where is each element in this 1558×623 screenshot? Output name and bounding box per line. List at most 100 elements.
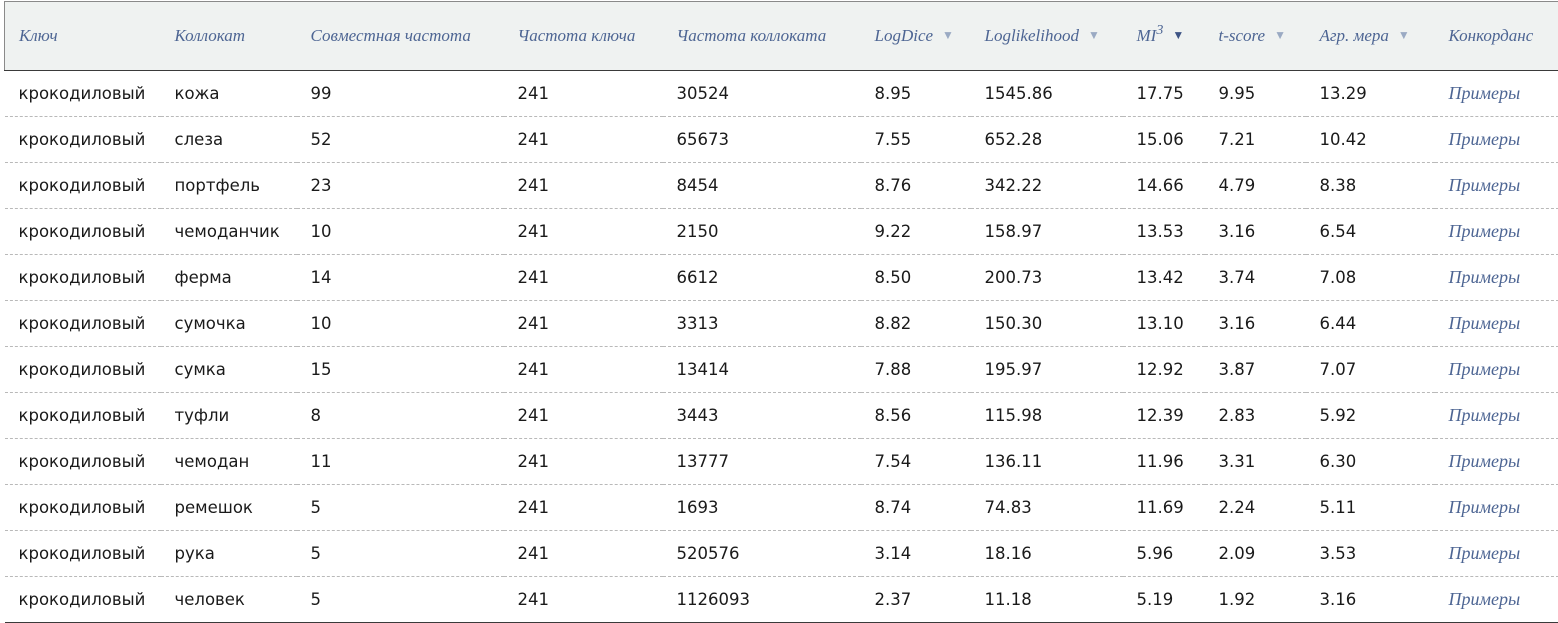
header-tscore[interactable]: t-score ▼ [1204, 1, 1306, 71]
header-loglikelihood[interactable]: Loglikelihood ▼ [970, 1, 1123, 71]
key-cell: крокодиловый [4, 162, 161, 209]
logdice-cell: 7.55 [860, 116, 971, 163]
tscore-cell: 3.31 [1204, 438, 1306, 485]
collocate-cell: слеза [160, 116, 297, 163]
examples-link[interactable]: Примеры [1434, 162, 1558, 209]
header-mi3[interactable]: MI3 ▼ [1122, 1, 1205, 71]
loglikelihood-cell: 200.73 [970, 254, 1123, 301]
mi3-cell: 14.66 [1122, 162, 1205, 209]
header-logdice-label: LogDice [874, 26, 934, 45]
collocate-frequency-cell: 1126093 [662, 576, 861, 623]
agr-measure-cell: 10.42 [1305, 116, 1435, 163]
examples-link[interactable]: Примеры [1434, 116, 1558, 163]
collocate-cell: портфель [160, 162, 297, 209]
key-cell: крокодиловый [4, 300, 161, 347]
collocate-frequency-cell: 6612 [662, 254, 861, 301]
agr-measure-cell: 13.29 [1305, 70, 1435, 117]
collocate-cell: ремешок [160, 484, 297, 531]
key-cell: крокодиловый [4, 530, 161, 577]
loglikelihood-cell: 150.30 [970, 300, 1123, 347]
agr-measure-cell: 5.11 [1305, 484, 1435, 531]
collocate-frequency-cell: 13414 [662, 346, 861, 393]
sort-down-icon-active[interactable]: ▼ [1172, 28, 1184, 43]
header-mi3-superscript: 3 [1156, 23, 1164, 38]
header-agr-measure[interactable]: Агр. мера ▼ [1305, 1, 1435, 71]
logdice-cell: 2.37 [860, 576, 971, 623]
agr-measure-cell: 3.53 [1305, 530, 1435, 577]
key-cell: крокодиловый [4, 438, 161, 485]
table-row: крокодиловый портфель 23 241 8454 8.76 342.22 1… [4, 162, 1558, 209]
logdice-cell: 8.50 [860, 254, 971, 301]
header-key: Ключ [4, 1, 161, 71]
logdice-cell: 3.14 [860, 530, 971, 577]
key-cell: крокодиловый [4, 254, 161, 301]
table-row: крокодиловый ремешок 5 241 1693 8.74 74.83 11.6… [4, 484, 1558, 531]
joint-frequency-cell: 11 [296, 438, 504, 485]
header-key-label: Ключ [19, 26, 58, 45]
collocate-frequency-cell: 3443 [662, 392, 861, 439]
header-collocate-label: Коллокат [174, 26, 246, 45]
mi3-cell: 13.10 [1122, 300, 1205, 347]
logdice-cell: 7.54 [860, 438, 971, 485]
logdice-cell: 9.22 [860, 208, 971, 255]
loglikelihood-cell: 342.22 [970, 162, 1123, 209]
logdice-cell: 7.88 [860, 346, 971, 393]
logdice-cell: 8.95 [860, 70, 971, 117]
header-tscore-label: t-score [1218, 26, 1266, 45]
header-logdice[interactable]: LogDice ▼ [860, 1, 971, 71]
joint-frequency-cell: 5 [296, 530, 504, 577]
agr-measure-cell: 7.08 [1305, 254, 1435, 301]
key-cell: крокодиловый [4, 346, 161, 393]
joint-frequency-cell: 15 [296, 346, 504, 393]
tscore-cell: 9.95 [1204, 70, 1306, 117]
table-row: крокодиловый слеза 52 241 65673 7.55 652.28 15.… [4, 116, 1558, 163]
mi3-cell: 13.53 [1122, 208, 1205, 255]
collocate-frequency-cell: 520576 [662, 530, 861, 577]
loglikelihood-cell: 11.18 [970, 576, 1123, 623]
header-concordance: Конкорданс [1434, 1, 1558, 71]
key-cell: крокодиловый [4, 70, 161, 117]
examples-link[interactable]: Примеры [1434, 300, 1558, 347]
joint-frequency-cell: 10 [296, 208, 504, 255]
tscore-cell: 4.79 [1204, 162, 1306, 209]
examples-link[interactable]: Примеры [1434, 576, 1558, 623]
examples-link[interactable]: Примеры [1434, 392, 1558, 439]
collocate-cell: чемоданчик [160, 208, 297, 255]
table-header-row: Ключ Коллокат Совместная частота Частота… [4, 1, 1558, 71]
loglikelihood-cell: 195.97 [970, 346, 1123, 393]
sort-down-icon[interactable]: ▼ [1398, 28, 1410, 43]
agr-measure-cell: 5.92 [1305, 392, 1435, 439]
table-row: крокодиловый сумка 15 241 13414 7.88 195.97 12.… [4, 346, 1558, 393]
examples-link[interactable]: Примеры [1434, 484, 1558, 531]
joint-frequency-cell: 99 [296, 70, 504, 117]
tscore-cell: 7.21 [1204, 116, 1306, 163]
examples-link[interactable]: Примеры [1434, 438, 1558, 485]
agr-measure-cell: 6.44 [1305, 300, 1435, 347]
joint-frequency-cell: 5 [296, 484, 504, 531]
sort-down-icon[interactable]: ▼ [1274, 28, 1286, 43]
table-row: крокодиловый ферма 14 241 6612 8.50 200.73 13.4… [4, 254, 1558, 301]
collocate-cell: туфли [160, 392, 297, 439]
agr-measure-cell: 8.38 [1305, 162, 1435, 209]
examples-link[interactable]: Примеры [1434, 346, 1558, 393]
table-row: крокодиловый человек 5 241 1126093 2.37 11.18 5… [4, 576, 1558, 623]
collocate-cell: кожа [160, 70, 297, 117]
examples-link[interactable]: Примеры [1434, 208, 1558, 255]
collocate-cell: ферма [160, 254, 297, 301]
key-frequency-cell: 241 [503, 576, 663, 623]
collocate-cell: чемодан [160, 438, 297, 485]
collocate-cell: рука [160, 530, 297, 577]
examples-link[interactable]: Примеры [1434, 70, 1558, 117]
key-frequency-cell: 241 [503, 346, 663, 393]
collocations-table: Ключ Коллокат Совместная частота Частота… [4, 1, 1558, 623]
key-cell: крокодиловый [4, 208, 161, 255]
sort-down-icon[interactable]: ▼ [1088, 28, 1100, 43]
examples-link[interactable]: Примеры [1434, 254, 1558, 301]
key-frequency-cell: 241 [503, 300, 663, 347]
examples-link[interactable]: Примеры [1434, 530, 1558, 577]
sort-down-icon[interactable]: ▼ [942, 28, 954, 43]
collocate-cell: сумочка [160, 300, 297, 347]
loglikelihood-cell: 1545.86 [970, 70, 1123, 117]
mi3-cell: 5.19 [1122, 576, 1205, 623]
loglikelihood-cell: 158.97 [970, 208, 1123, 255]
